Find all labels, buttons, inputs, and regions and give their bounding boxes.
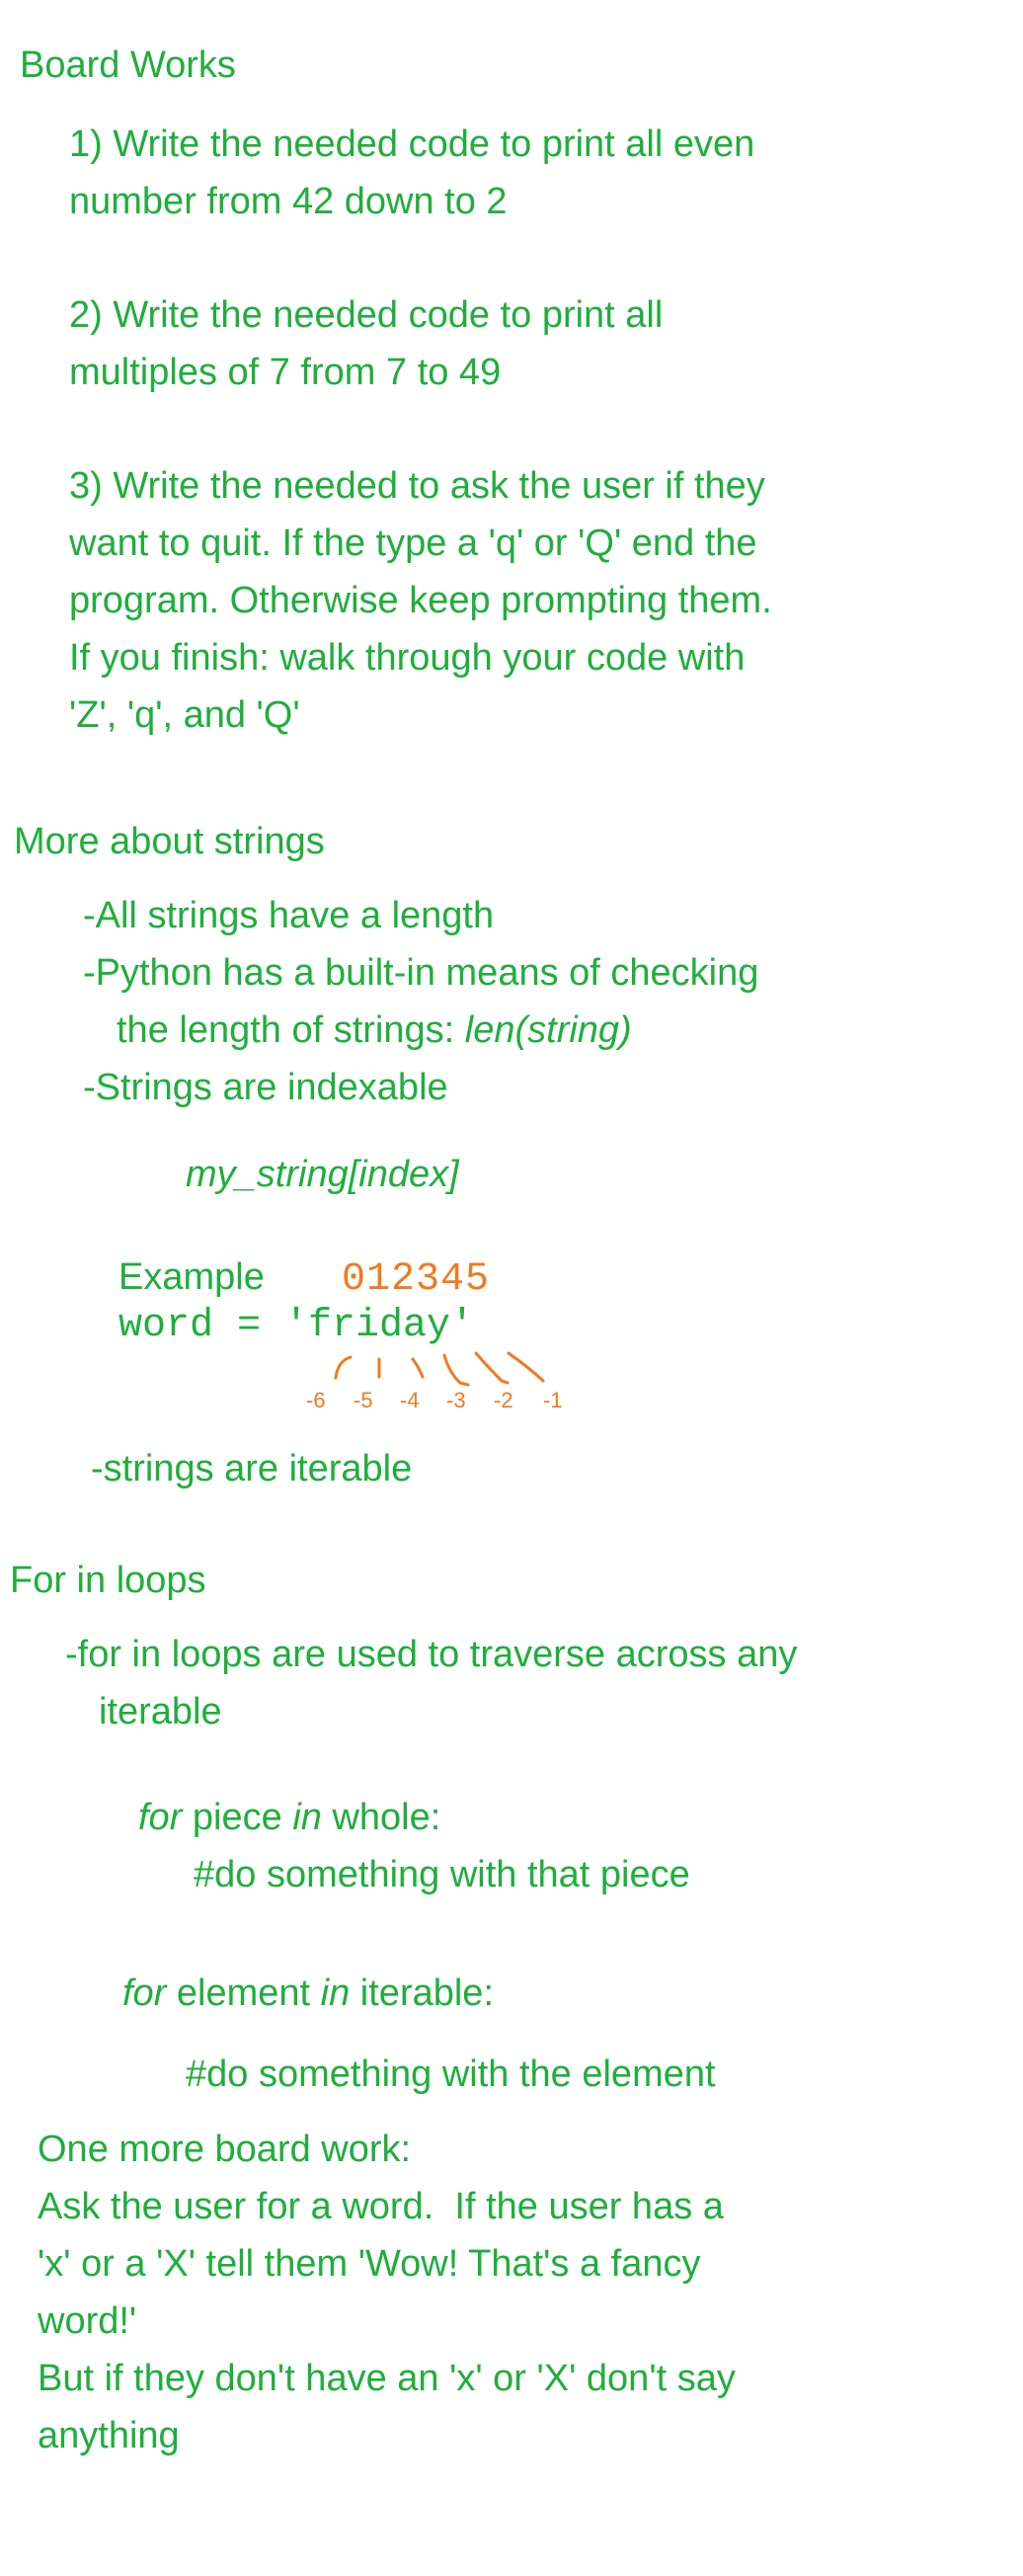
for-example-1-body: #do something with that piece [194,1854,690,1895]
extra-line-6: anything [38,2415,180,2456]
extra-line-3: 'x' or a 'X' tell them 'Wow! That's a fa… [38,2243,701,2285]
keyword-for: for [138,1797,183,1838]
negative-index-1: -1 [543,1388,563,1412]
arrow-3 [442,1353,470,1387]
loop-variable: piece [182,1797,293,1838]
extra-line-1: One more board work: [38,2129,412,2170]
for-loops-heading: For in loops [10,1560,206,1601]
arrow-1 [507,1351,545,1383]
for-loops-desc-line-2: iterable [99,1691,222,1732]
keyword-for: for [122,1972,167,2014]
extra-line-4: word!' [38,2300,137,2342]
arrow-4 [411,1357,425,1379]
for-example-2-header: for element in iterable: [122,1966,494,2021]
extra-line-5: But if they don't have an 'x' or 'X' don… [38,2358,736,2399]
negative-index-2: -2 [494,1388,513,1412]
notes-page: { "board_works": { "heading": "Board Wor… [0,0,1023,2576]
loop-iterable: iterable: [350,1972,494,2014]
extra-line-2: Ask the user for a word. If the user has… [38,2186,724,2227]
loop-iterable: whole: [321,1797,441,1838]
for-loops-desc-line-1: -for in loops are used to traverse acros… [65,1634,798,1675]
arrow-6 [334,1355,353,1380]
negative-index-5: -5 [354,1388,373,1412]
arrow-2 [474,1351,510,1385]
loop-variable: element [166,1972,321,2014]
keyword-in: in [320,1972,351,2014]
strings-bullet-iterable: -strings are iterable [91,1448,413,1489]
negative-index-4: -4 [400,1388,420,1412]
keyword-in: in [292,1797,322,1838]
for-example-2-body: #do something with the element [186,2053,716,2095]
for-example-1-header: for piece in whole: [138,1790,440,1845]
negative-index-3: -3 [446,1388,466,1412]
negative-index-6: -6 [306,1388,326,1412]
